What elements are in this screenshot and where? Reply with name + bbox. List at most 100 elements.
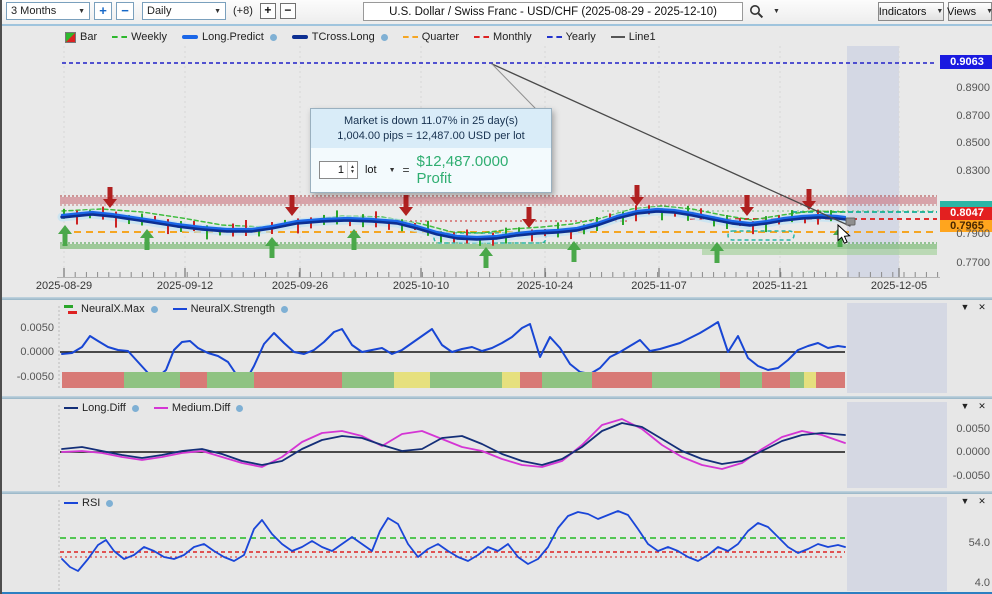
lot-quantity-stepper[interactable]: 1 ▲ ▼ — [319, 161, 358, 179]
zoom-in-button[interactable]: + — [94, 2, 112, 20]
x-axis-date: 2025-10-24 — [505, 280, 585, 292]
indicators-button[interactable]: Indicators ▼ — [878, 2, 944, 21]
stepper-arrows[interactable]: ▲ ▼ — [347, 162, 357, 178]
legend-item-line1[interactable]: Line1 — [611, 31, 656, 43]
legend-item-quarter[interactable]: Quarter — [403, 31, 459, 43]
toolbar: 3 Months ▼ + − Daily ▼ (+8) + − U.S. Dol… — [2, 0, 992, 26]
dashed-line-icon — [474, 36, 489, 38]
search-control[interactable]: ▼ — [749, 4, 780, 19]
zoom-out-button[interactable]: − — [116, 2, 134, 20]
legend-item-rsi[interactable]: RSI — [64, 497, 113, 509]
lot-dropdown-icon[interactable]: ▼ — [389, 167, 396, 174]
legend-label: Monthly — [493, 31, 532, 43]
legend-label: Medium.Diff — [172, 402, 230, 414]
price-badge-last: 0.8047 — [940, 207, 992, 220]
symbol-search-box[interactable]: U.S. Dollar / Swiss Franc - USD/CHF (202… — [363, 2, 743, 21]
indicators-button-label: Indicators — [879, 6, 927, 18]
legend-item-yearly[interactable]: Yearly — [547, 31, 596, 43]
close-panel-icon[interactable]: ✕ — [976, 302, 988, 313]
rsi-chart-canvas[interactable] — [2, 494, 992, 594]
y-axis-label: 4.0 — [944, 577, 990, 589]
info-dot-icon[interactable] — [132, 405, 139, 412]
legend-item-long-predict[interactable]: Long.Predict — [182, 31, 277, 43]
diff-legend: Long.Diff Medium.Diff — [64, 402, 243, 414]
y-axis-label: -0.0050 — [944, 470, 990, 482]
solid-line-icon — [611, 36, 625, 38]
x-axis-date: 2025-12-05 — [859, 280, 939, 292]
legend-label: RSI — [82, 497, 100, 509]
main-chart-legend: Bar Weekly Long.Predict TCross.Long Quar… — [65, 31, 656, 43]
close-panel-icon[interactable]: ✕ — [976, 401, 988, 412]
legend-label: Bar — [80, 31, 97, 43]
profit-value: $12,487.0000 Profit — [417, 153, 543, 187]
y-axis-label: 0.8900 — [944, 82, 990, 94]
solid-line-icon — [154, 407, 168, 409]
dashed-line-icon — [403, 36, 418, 38]
add-bar-button[interactable]: + — [260, 3, 276, 19]
collapse-panel-icon[interactable]: ▼ — [959, 401, 971, 411]
range-select[interactable]: 3 Months ▼ — [6, 2, 90, 20]
legend-label: Yearly — [566, 31, 596, 43]
legend-item-long-diff[interactable]: Long.Diff — [64, 402, 139, 414]
y-axis-label: 0.7700 — [944, 257, 990, 269]
info-dot-icon[interactable] — [381, 34, 388, 41]
lot-quantity-value[interactable]: 1 — [320, 162, 347, 178]
remove-bar-button[interactable]: − — [280, 3, 296, 19]
info-dot-icon[interactable] — [281, 306, 288, 313]
chevron-down-icon: ▼ — [986, 8, 992, 15]
close-panel-icon[interactable]: ✕ — [976, 496, 988, 507]
profit-tooltip: Market is down 11.07% in 25 day(s) 1,004… — [310, 108, 552, 193]
dashed-line-icon — [112, 36, 127, 38]
search-icon — [749, 4, 764, 19]
legend-label: Line1 — [629, 31, 656, 43]
range-select-value: 3 Months — [11, 5, 56, 17]
chevron-down-icon: ▼ — [78, 8, 85, 15]
y-axis-label: 0.8500 — [944, 137, 990, 149]
legend-item-neuralx-strength[interactable]: NeuralX.Strength — [173, 303, 288, 315]
legend-item-bar[interactable]: Bar — [65, 31, 97, 43]
tooltip-market-line: Market is down 11.07% in 25 day(s) — [317, 114, 545, 129]
y-axis-label: 0.0050 — [8, 322, 54, 334]
views-button[interactable]: Views ▼ — [948, 2, 992, 21]
thick-line-icon — [292, 35, 308, 39]
x-axis-date: 2025-11-07 — [619, 280, 699, 292]
legend-label: Weekly — [131, 31, 167, 43]
legend-item-monthly[interactable]: Monthly — [474, 31, 532, 43]
collapse-panel-icon[interactable]: ▼ — [959, 302, 971, 312]
views-button-label: Views — [947, 6, 976, 18]
legend-label: TCross.Long — [312, 31, 375, 43]
x-axis-date: 2025-11-21 — [740, 280, 820, 292]
period-select[interactable]: Daily ▼ — [142, 2, 226, 20]
legend-label: Long.Predict — [202, 31, 264, 43]
y-axis-label: 0.7900 — [944, 228, 990, 240]
period-select-value: Daily — [147, 5, 171, 17]
neuralx-max-swatch-icon — [64, 305, 77, 314]
y-axis-label: 0.0050 — [944, 423, 990, 435]
trading-app-window: 3 Months ▼ + − Daily ▼ (+8) + − U.S. Dol… — [0, 0, 992, 594]
legend-item-medium-diff[interactable]: Medium.Diff — [154, 402, 243, 414]
extra-indicator-count: (+8) — [233, 5, 253, 17]
stepper-down-icon[interactable]: ▼ — [350, 170, 355, 175]
lot-unit-label: lot — [365, 164, 377, 176]
collapse-panel-icon[interactable]: ▼ — [959, 496, 971, 506]
info-dot-icon[interactable] — [270, 34, 277, 41]
rsi-legend: RSI — [64, 497, 113, 509]
y-axis-label: 0.0000 — [8, 346, 54, 358]
legend-item-neuralx-max[interactable]: NeuralX.Max — [64, 303, 158, 315]
y-axis-label: -0.0050 — [8, 371, 54, 383]
info-dot-icon[interactable] — [151, 306, 158, 313]
legend-label: NeuralX.Strength — [191, 303, 275, 315]
bar-swatch-icon — [65, 32, 76, 43]
legend-item-weekly[interactable]: Weekly — [112, 31, 167, 43]
x-axis-date: 2025-10-10 — [381, 280, 461, 292]
price-badge-upper: 0.9063 — [940, 55, 992, 69]
y-axis-label: 0.0000 — [944, 446, 990, 458]
dashed-line-icon — [547, 36, 562, 38]
legend-item-tcross-long[interactable]: TCross.Long — [292, 31, 388, 43]
chevron-down-icon: ▼ — [773, 8, 780, 15]
info-dot-icon[interactable] — [236, 405, 243, 412]
solid-line-icon — [64, 502, 78, 504]
solid-line-icon — [64, 407, 78, 409]
solid-line-icon — [173, 308, 187, 310]
info-dot-icon[interactable] — [106, 500, 113, 507]
